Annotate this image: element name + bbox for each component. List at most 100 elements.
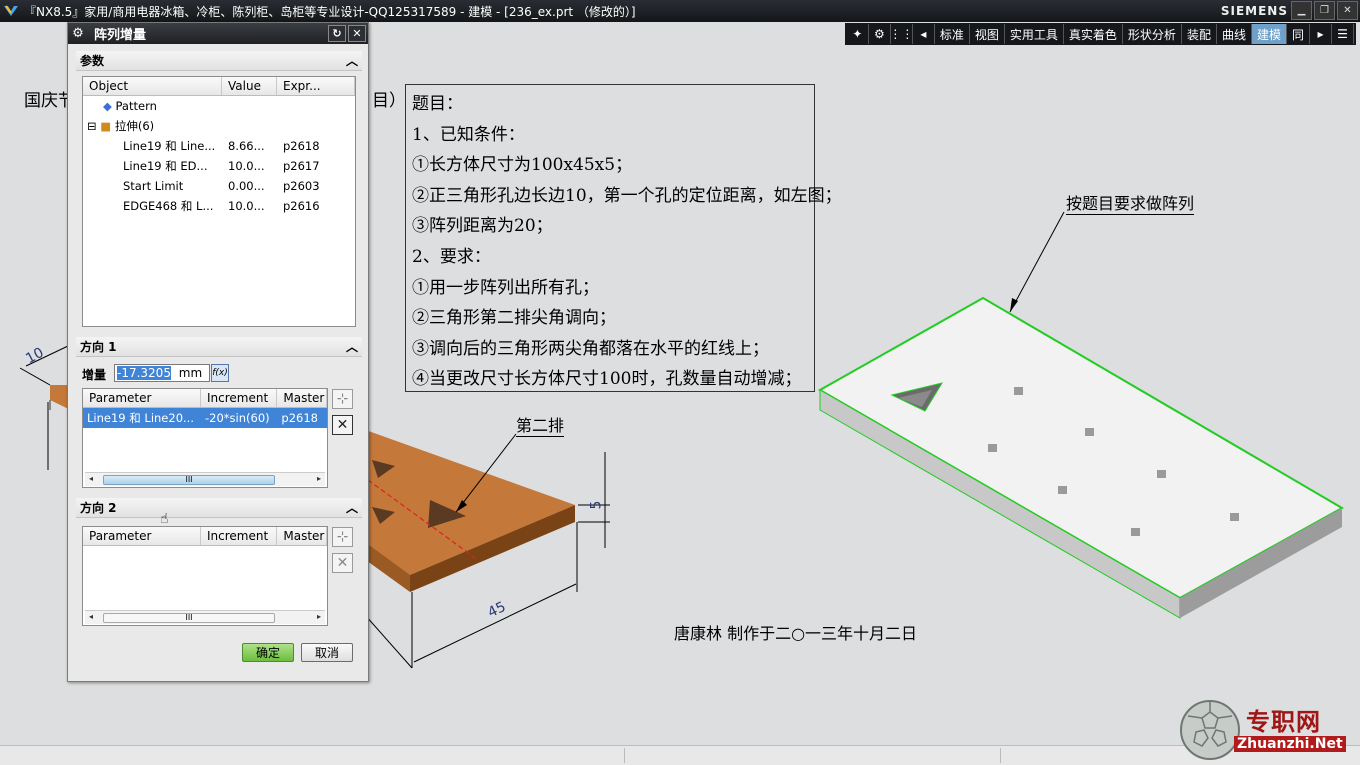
section-direction-2-label: 方向 2 [80,501,117,515]
increment-value: -17.3205 [117,366,171,380]
object-table: Object Value Expr... ◆ Pattern ⊟ ■ 拉伸(6)… [82,76,356,327]
scroll-right-icon[interactable]: ▸ [317,474,321,483]
scroll-left-icon[interactable]: ◂ [89,474,93,483]
pattern-icon: ◆ [103,99,112,113]
grey-plate [817,296,1345,619]
toolbar-tab-sync[interactable]: 同 [1287,24,1310,44]
scroll-right-icon[interactable]: ▸ [317,612,321,621]
status-bar [0,745,1360,765]
note-line: ②正三角形孔边长边10，第一个孔的定位距离，如左图； [412,185,842,206]
table-row[interactable]: ◆ Pattern [83,96,355,116]
col-increment[interactable]: Increment [201,389,278,407]
chevron-up-icon[interactable]: ︿ [346,338,358,355]
direction-2-table: Parameter Increment Master ◂ III ▸ [82,526,328,626]
section-direction-2[interactable]: 方向 2 ︿ [76,498,362,518]
window-title: 『NX8.5』家用/商用电器冰箱、冷柜、陈列柜、岛柜等专业设计-QQ125317… [24,4,636,19]
col-object[interactable]: Object [83,77,222,95]
note-line: ④当更改尺寸长方体尺寸100时，孔数量自动增减； [412,369,802,390]
requirement-note: 题目： 1、已知条件： ①长方体尺寸为100x45x5； ②正三角形孔边长边10… [405,84,842,392]
toolbar-tab-view[interactable]: 视图 [970,24,1005,44]
pattern-instruction-label: 按题目要求做阵列 [1066,190,1195,215]
dialog-title-bar: ⚙ 阵列增量 ↻ ✕ [68,23,368,44]
mouse-cursor-icon: ☝ [160,511,169,527]
note-line: ①用一步阵列出所有孔； [412,277,599,298]
remove-parameter-icon[interactable]: ✕ [332,553,353,573]
toolbar-tab-shape-analysis[interactable]: 形状分析 [1123,24,1182,44]
cancel-button[interactable]: 取消 [301,643,353,662]
nx-logo-icon [0,0,22,22]
note-line: ①长方体尺寸为100x45x5； [412,155,633,176]
add-parameter-icon[interactable]: ⊹ [332,389,353,409]
table-row[interactable]: Start Limit 0.00... p2603 [83,176,355,196]
table-row[interactable]: Line19 和 Line20... -20*sin(60) p2618 [83,408,327,428]
extrude-icon: ■ [100,119,112,133]
col-parameter[interactable]: Parameter [83,527,201,545]
note-line: 2、要求： [412,246,491,267]
collapse-icon[interactable]: ⊟ [87,119,97,133]
table-row[interactable]: Line19 和 Line... 8.66... p2618 [83,136,355,156]
col-increment[interactable]: Increment [201,527,278,545]
gear-icon[interactable]: ⚙ [869,24,891,44]
section-parameters-label: 参数 [80,54,105,68]
toolbar-tab-modeling[interactable]: 建模 [1251,24,1287,44]
toolbar-tab-standard[interactable]: 标准 [935,24,970,44]
heading-fragment-right: 目） [372,91,406,111]
increment-input[interactable]: -17.3205 mm [114,364,210,382]
brand-label: SIEMENS [1220,4,1288,18]
chevron-right-icon[interactable]: ▸ [1310,24,1332,44]
table-row[interactable]: EDGE468 和 L... 10.0... p2616 [83,196,355,216]
reset-button[interactable]: ↻ [328,25,346,42]
section-direction-1[interactable]: 方向 1 ︿ [76,337,362,357]
add-parameter-icon[interactable]: ⊹ [332,527,353,547]
note-line: 题目： [412,94,463,114]
close-button[interactable]: ✕ [1337,1,1358,20]
section-direction-1-label: 方向 1 [80,340,117,354]
restore-button[interactable]: ❐ [1314,1,1335,20]
watermark-ball-icon [1180,700,1240,760]
col-master[interactable]: Master [277,527,327,545]
section-parameters[interactable]: 参数 ︿ [76,51,362,71]
increment-unit: mm [178,366,203,380]
remove-parameter-icon[interactable]: ✕ [332,415,353,435]
formula-button[interactable]: f(x) [211,364,229,382]
title-bar: 『NX8.5』家用/商用电器冰箱、冷柜、陈列柜、岛柜等专业设计-QQ125317… [0,0,1360,22]
horizontal-scrollbar[interactable]: ◂ III ▸ [85,472,325,486]
dialog-title: 阵列增量 [94,28,147,43]
toolbar-tab-assembly[interactable]: 装配 [1182,24,1217,44]
grid-icon[interactable]: ⋮⋮ [889,24,913,44]
table-row[interactable]: ⊟ ■ 拉伸(6) [83,116,355,136]
increment-label: 增量 [82,368,107,382]
minimize-button[interactable]: ▁ [1291,1,1312,20]
pattern-increment-dialog: ⚙ 阵列增量 ↻ ✕ 参数 ︿ Object Value Expr... ◆ P… [67,22,369,682]
note-line: ③阵列距离为20； [412,216,553,237]
note-line: 1、已知条件： [412,124,525,145]
chevron-left-icon[interactable]: ◂ [913,24,935,44]
application-toolbar: ✦ ⚙ ⋮⋮ ◂ 标准 视图 实用工具 真实着色 形状分析 装配 曲线 建模 同… [844,23,1356,45]
col-master[interactable]: Master [277,389,327,407]
col-parameter[interactable]: Parameter [83,389,201,407]
toolbar-menu-icon[interactable]: ☰ [1332,24,1354,44]
watermark: 专职网 Zhuanzhi.Net [1178,698,1348,762]
scroll-thumb[interactable]: III [103,613,275,623]
gear-icon[interactable]: ⚙ [68,26,88,41]
table-row[interactable]: Line19 和 ED... 10.0... p2617 [83,156,355,176]
col-value[interactable]: Value [222,77,277,95]
author-credit: 唐康林 制作于二○一三年十月二日 [674,624,918,643]
chevron-up-icon[interactable]: ︿ [346,52,358,69]
note-line: ③调向后的三角形两尖角都落在水平的红线上； [412,338,769,359]
watermark-cn: 专职网 [1246,707,1321,736]
dialog-close-button[interactable]: ✕ [348,25,366,42]
roles-icon[interactable]: ✦ [847,24,869,44]
toolbar-tab-shading[interactable]: 真实着色 [1064,24,1123,44]
chevron-up-icon[interactable]: ︿ [346,499,358,516]
note-line: ②三角形第二排尖角调向； [412,308,616,329]
scroll-left-icon[interactable]: ◂ [89,612,93,621]
toolbar-tab-utility[interactable]: 实用工具 [1005,24,1064,44]
horizontal-scrollbar[interactable]: ◂ III ▸ [85,610,325,624]
watermark-en: Zhuanzhi.Net [1234,736,1346,752]
direction-1-table: Parameter Increment Master Line19 和 Line… [82,388,328,488]
col-expr[interactable]: Expr... [277,77,355,95]
toolbar-tab-curve[interactable]: 曲线 [1217,24,1252,44]
ok-button[interactable]: 确定 [242,643,294,662]
scroll-thumb[interactable]: III [103,475,275,485]
